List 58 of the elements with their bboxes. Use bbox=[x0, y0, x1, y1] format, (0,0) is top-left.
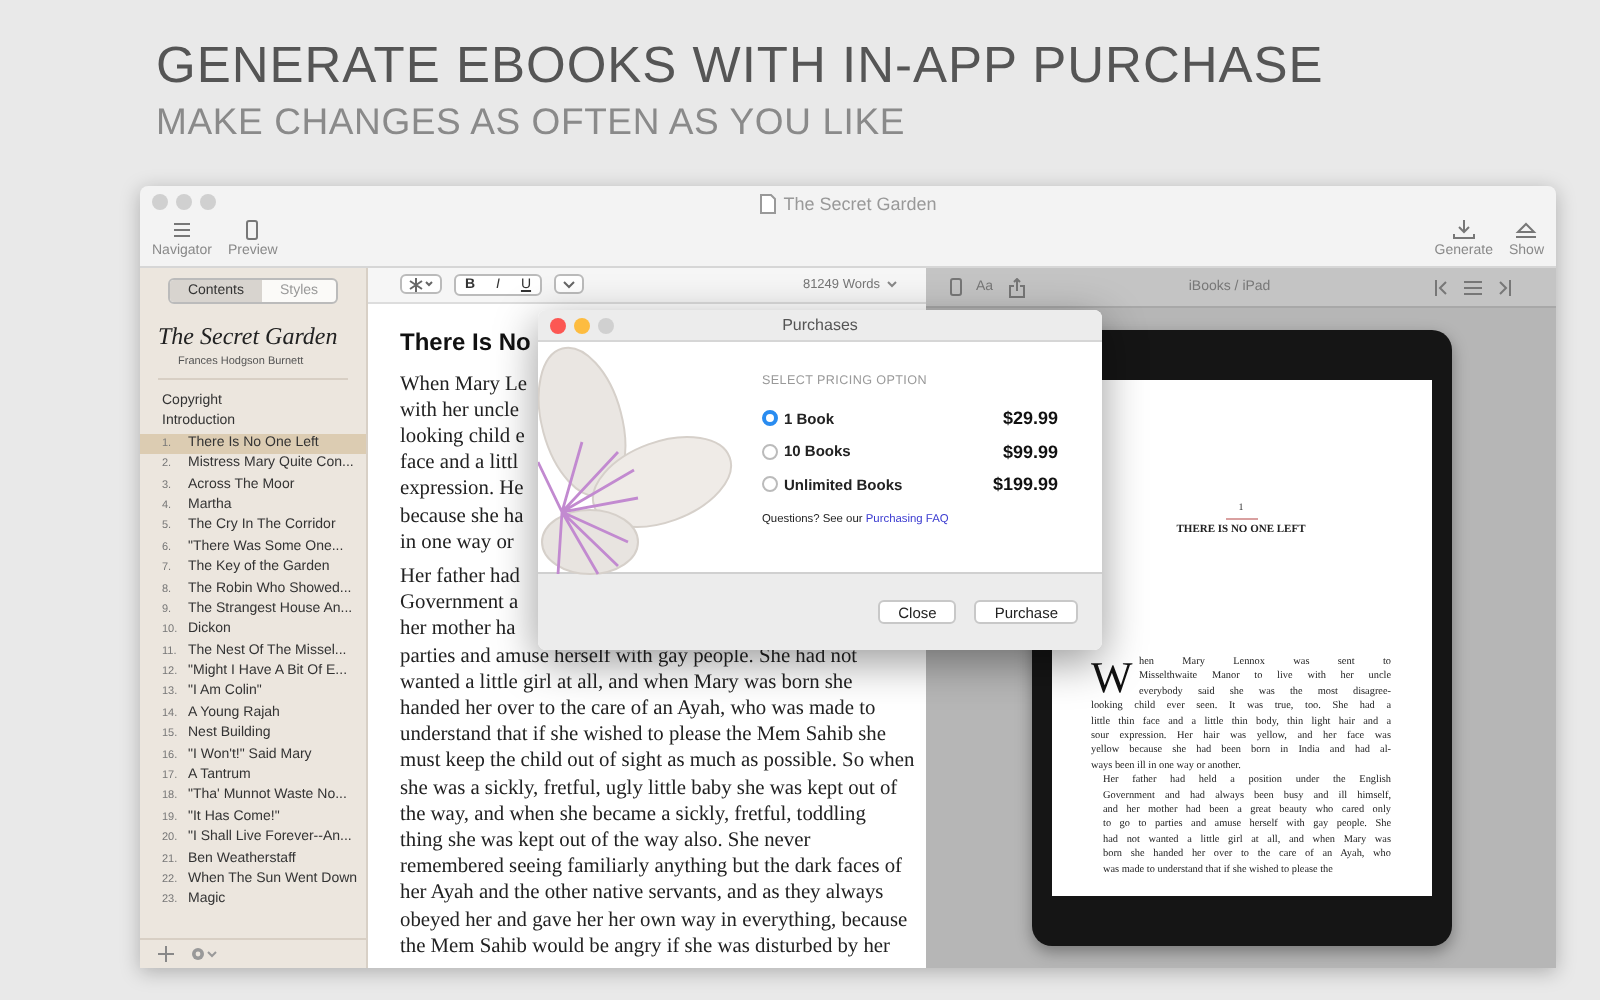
insert-menu-button[interactable] bbox=[400, 274, 442, 295]
more-menu-button[interactable] bbox=[554, 274, 584, 295]
text-line: with her uncle bbox=[400, 397, 519, 424]
chapter-heading: There Is No bbox=[400, 327, 531, 356]
caret-icon bbox=[886, 280, 898, 289]
minimize-button[interactable] bbox=[176, 194, 192, 210]
radio-button[interactable] bbox=[762, 443, 778, 460]
text-line: the way, and when she became a sickly, fretful, toddling bbox=[400, 801, 866, 828]
zoom-button[interactable] bbox=[200, 194, 216, 210]
first-page-icon[interactable] bbox=[1433, 279, 1450, 295]
text-line: obeyed her and gave her her own way in everything, because bbox=[400, 907, 908, 934]
close-button[interactable] bbox=[152, 194, 168, 210]
text-line: thing she was kept out of the way also. She never bbox=[400, 827, 811, 855]
caret-icon bbox=[562, 279, 576, 290]
price: $29.99 bbox=[1002, 408, 1058, 429]
text-line: because she ha bbox=[400, 503, 524, 530]
radio-button[interactable] bbox=[762, 476, 778, 493]
text-line: must keep the child out of sight as much as possible. So when bbox=[400, 748, 915, 776]
text-line: the Mem Sahib would be angry if she was disturbed by her bbox=[400, 933, 890, 960]
text-line: Her father had bbox=[400, 563, 520, 591]
text-line: remembered seeing familiarly anything but the dark faces of bbox=[400, 854, 903, 881]
share-icon[interactable] bbox=[1007, 277, 1026, 297]
list-icon bbox=[171, 220, 192, 240]
text-line: expression. He bbox=[400, 476, 524, 504]
text-line: her Ayah and the other native servants, and as they always bbox=[400, 880, 884, 908]
download-icon bbox=[1451, 220, 1476, 240]
text-line: Government a bbox=[400, 590, 519, 617]
text-line: looking child e bbox=[400, 423, 525, 451]
window-title: The Secret Garden bbox=[783, 193, 937, 213]
text-line: handed her over to the care of an Ayah, who was made to bbox=[400, 695, 876, 723]
subheadline: MAKE CHANGES AS OFTEN AS YOU LIKE bbox=[156, 98, 908, 146]
asterisk-icon bbox=[408, 277, 424, 292]
headline: GENERATE EBOOKS WITH IN-APP PURCHASE bbox=[156, 36, 1326, 98]
caret-icon bbox=[424, 280, 434, 289]
drop-cap: W bbox=[1091, 658, 1133, 698]
device-icon[interactable] bbox=[950, 278, 962, 296]
last-page-icon[interactable] bbox=[1495, 279, 1512, 295]
text-line: When Mary Le bbox=[400, 371, 527, 398]
document-icon bbox=[759, 193, 776, 213]
text-line: face and a littl bbox=[400, 450, 519, 477]
book-title: The Secret Garden bbox=[158, 322, 340, 352]
text-line: in one way or bbox=[400, 529, 514, 556]
minimize-button[interactable] bbox=[574, 318, 590, 334]
dialog-title: Purchases bbox=[782, 316, 858, 334]
device-icon bbox=[242, 220, 263, 240]
zoom-button[interactable] bbox=[598, 318, 614, 334]
text-line: wanted a little girl at all, and when Mary was born she bbox=[400, 669, 853, 696]
add-icon[interactable] bbox=[158, 946, 174, 962]
close-button[interactable] bbox=[550, 318, 566, 334]
menu-icon[interactable] bbox=[1463, 279, 1482, 295]
settings-icon[interactable] bbox=[190, 946, 218, 962]
text-line: she was a sickly, fretful, ugly little baby she was kept out of bbox=[400, 775, 898, 802]
text-line: her mother ha bbox=[400, 616, 516, 644]
radio-button[interactable] bbox=[762, 410, 778, 427]
eject-icon bbox=[1514, 220, 1539, 240]
text-line: understand that if she wished to please the Mem Sahib she bbox=[400, 722, 886, 749]
price: $199.99 bbox=[992, 474, 1058, 495]
price: $99.99 bbox=[1002, 441, 1058, 462]
